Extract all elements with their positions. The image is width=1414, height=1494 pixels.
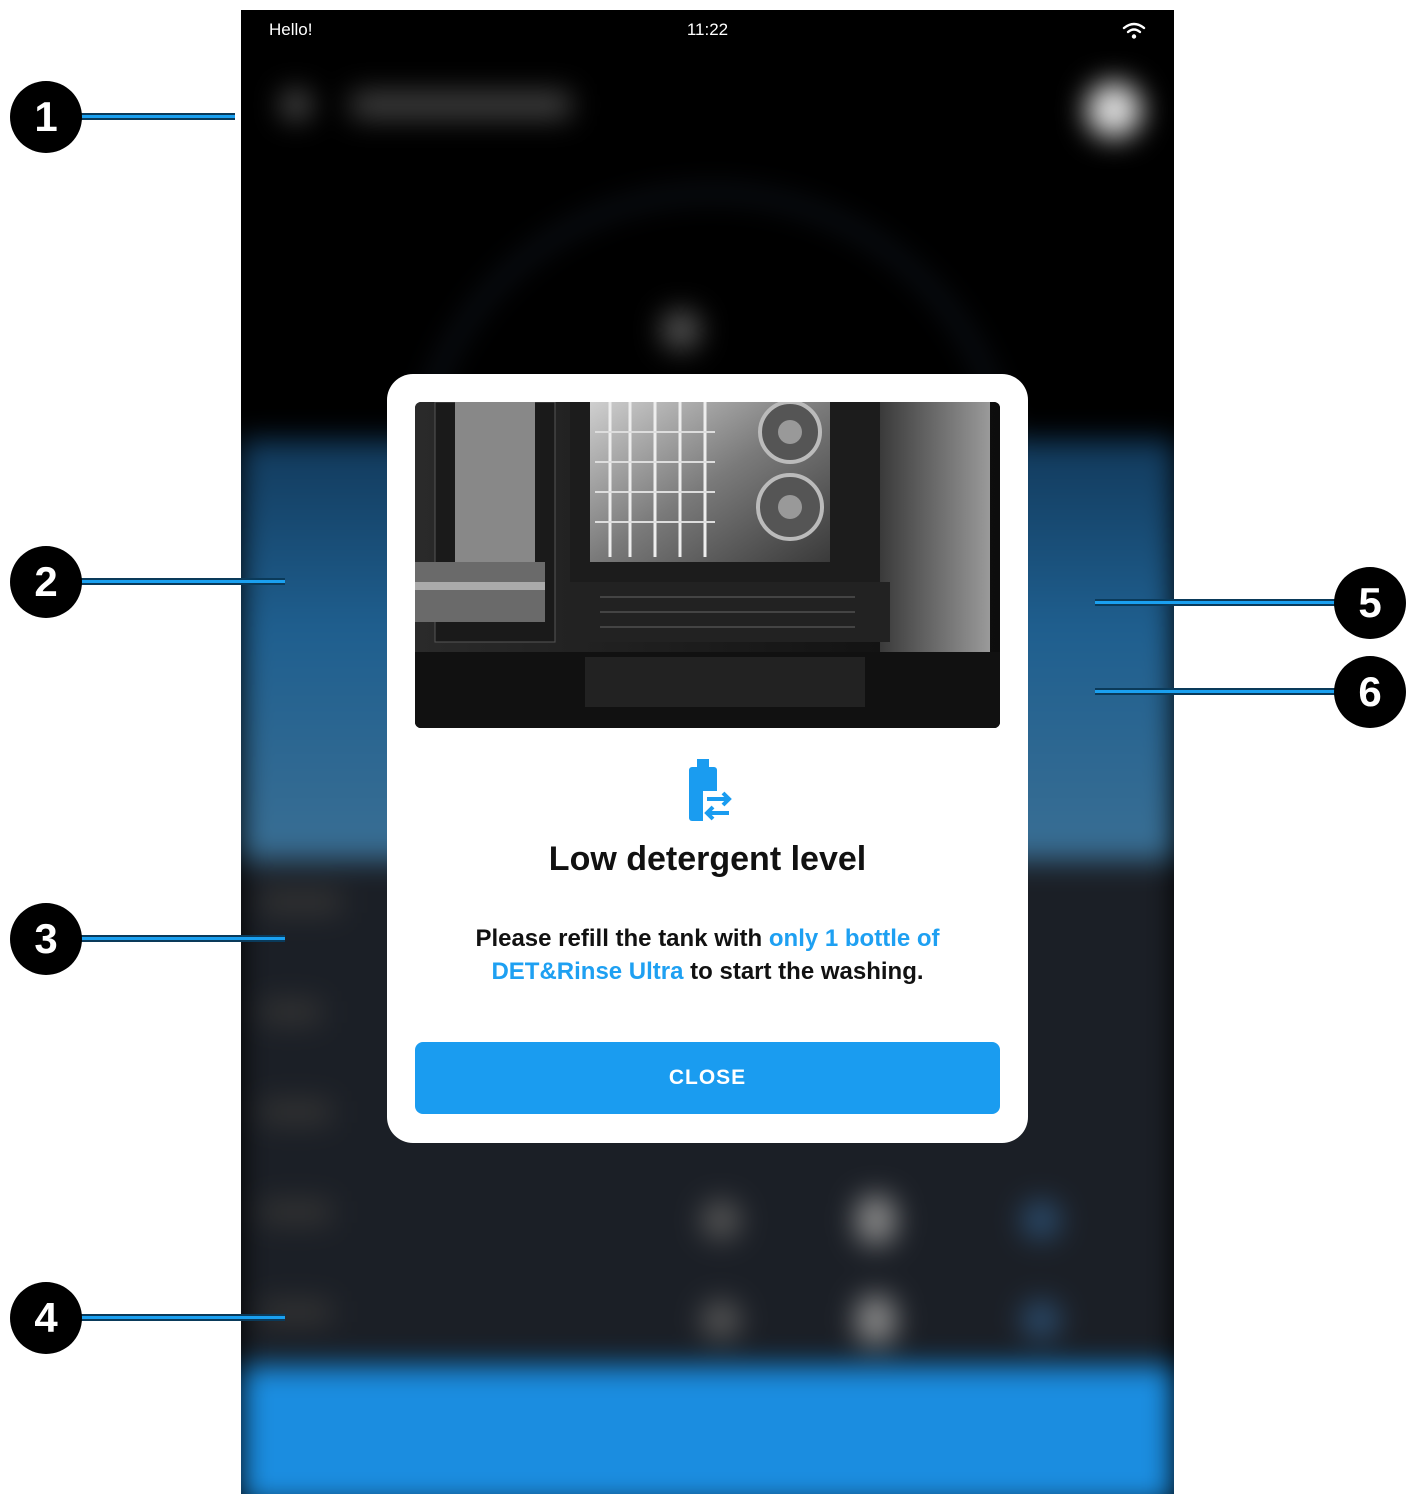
detergent-bottle-refill-icon [689,759,733,821]
callout-4: 4 [10,1282,82,1354]
device-screen: Hello! 11:22 Low detergent level Please … [241,10,1174,1494]
message-text-end: to start the washing. [683,958,924,985]
low-detergent-dialog: Low detergent level Please refill the ta… [387,374,1028,1143]
callout-line-6 [1095,688,1340,695]
callout-line-2 [80,578,285,585]
status-time: 11:22 [686,20,729,39]
callout-line-1 [80,113,235,120]
callout-line-4 [80,1314,285,1321]
callout-line-3 [80,935,285,942]
callout-1: 1 [10,81,82,153]
message-text: Please refill the tank with [475,925,769,952]
oven-photo [415,402,1000,728]
dialog-message: Please refill the tank with only 1 bottl… [427,922,988,988]
callout-6: 6 [1334,656,1406,728]
callout-2: 2 [10,546,82,618]
callout-3: 3 [10,903,82,975]
callout-line-5 [1095,599,1340,606]
wifi-icon [1122,22,1146,39]
dialog-title: Low detergent level [548,840,867,878]
callout-5: 5 [1334,567,1406,639]
close-button[interactable]: CLOSE [415,1042,1000,1114]
